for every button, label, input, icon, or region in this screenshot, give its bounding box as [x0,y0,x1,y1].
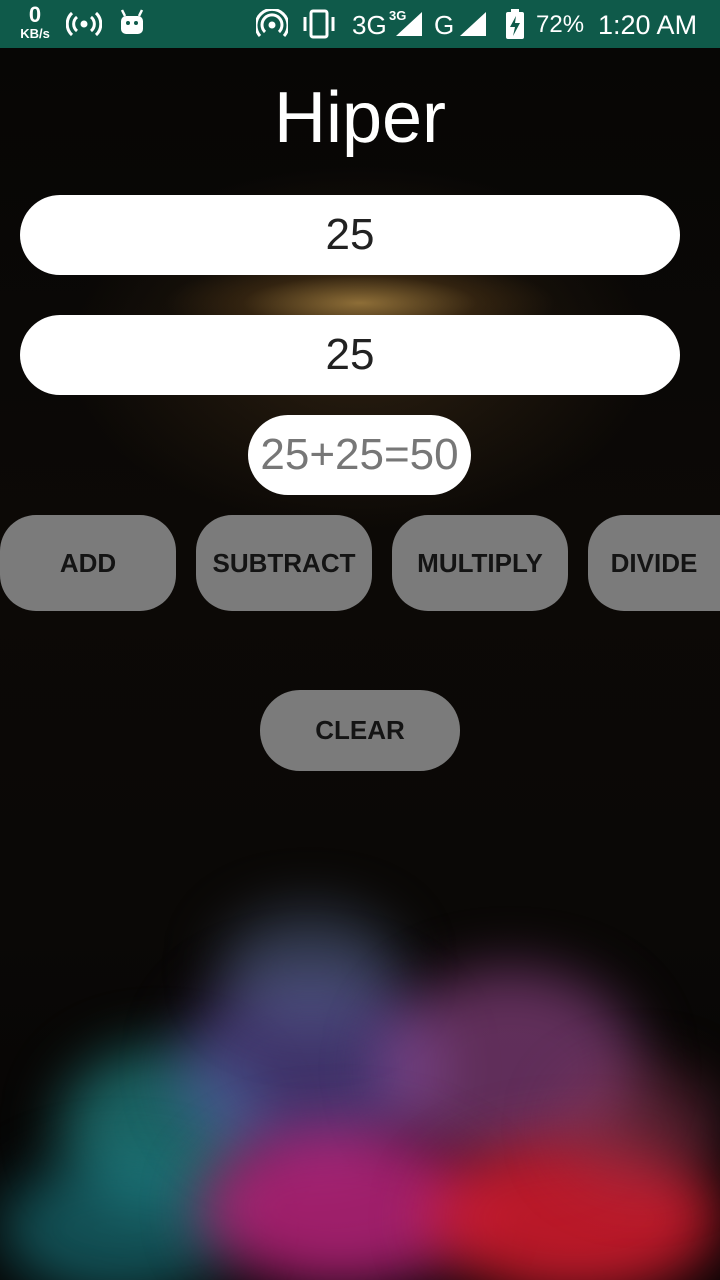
first-number-input[interactable] [20,195,680,275]
hotspot-icon [66,11,102,37]
clock: 1:20 AM [598,10,698,40]
vibrate-icon [303,9,335,39]
clear-button[interactable]: CLEAR [260,690,460,771]
add-button[interactable]: ADD [0,515,176,611]
second-number-input[interactable] [20,315,680,395]
app-title: Hiper [273,78,447,158]
network-speed-unit: KB/s [20,26,50,41]
network-speed: 0 KB/s [14,2,56,41]
status-bar: 0 KB/s 3G 3G G 72% 1:20 AM [0,0,720,48]
subtract-button[interactable]: SUBTRACT [196,515,372,611]
multiply-button[interactable]: MULTIPLY [392,515,568,611]
network-type: 3G [352,10,387,40]
android-icon [120,9,144,34]
battery-charging-icon [506,9,524,39]
result-display: 25+25=50 [248,415,471,495]
signal-icon-2 [460,12,486,36]
divide-button[interactable]: DIVIDE [588,515,720,611]
signal-icon [396,12,422,36]
result-text: 25+25=50 [260,430,459,479]
network-speed-value: 0 [28,2,42,27]
wifi-tethering-icon [256,9,288,37]
battery-level: 72% [536,11,585,38]
network-type-2: G [434,10,455,40]
